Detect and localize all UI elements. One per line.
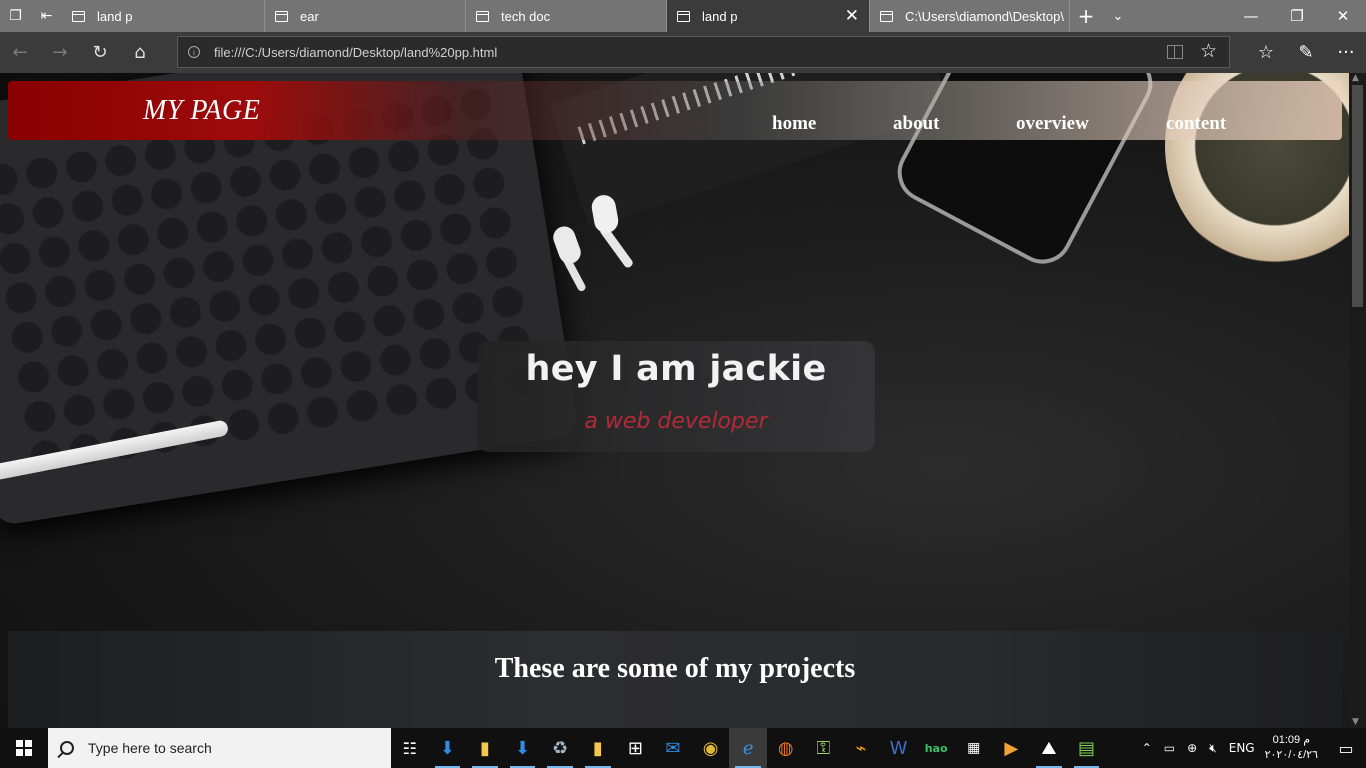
nav-link-content[interactable]: content [1166,113,1226,135]
action-center-icon[interactable]: ▭ [1326,728,1366,768]
browser-tab[interactable]: ear [265,0,466,32]
windows-taskbar: Type here to search ☷ ⬇ ▮ ⬇ ♻ ▮ ⊞ ✉ ◉ ℯ … [0,728,1366,768]
start-button[interactable] [0,728,48,768]
tab-list-chevron-icon[interactable]: ⌄ [1102,0,1134,32]
hao123-icon[interactable]: hao [917,728,955,768]
browser-tab[interactable]: tech doc [466,0,667,32]
restore-button[interactable]: ❐ [1274,0,1320,32]
projects-heading: These are some of my projects [494,653,856,684]
system-tray: ⌃ ▭ ⊕ 🔇︎ ENG 01:09 م ٢٠٢٠/٠٤/٢٦ ▭ [1136,728,1366,768]
task-view-icon[interactable]: ☷ [391,728,429,768]
nav-link-overview[interactable]: overview [1016,113,1089,135]
minimize-button[interactable]: — [1228,0,1274,32]
new-tab-button[interactable]: + [1070,0,1102,32]
scroll-up-arrow-icon[interactable]: ▲ [1352,73,1359,83]
forward-arrow-icon[interactable]: → [40,32,80,73]
web-note-pen-icon[interactable]: ✎ [1286,32,1326,73]
page-icon [476,10,489,22]
download-icon[interactable]: ⬇ [504,728,542,768]
hero-subtitle: a web developer [584,409,768,434]
browser-tab[interactable]: land p [62,0,265,32]
page-icon [677,10,690,22]
address-url[interactable]: file:///C:/Users/diamond/Desktop/land%20… [214,45,497,60]
browser-tab-bar: ❐ ⇤ land p ear tech doc land p ✕ C:\User… [0,0,1366,32]
search-placeholder: Type here to search [88,740,212,756]
browser-tab-active[interactable]: land p ✕ [667,0,870,32]
tab-preview-icon[interactable]: ❐ [0,0,31,32]
add-favorite-star-icon[interactable]: ☆ [1200,40,1217,62]
edge-icon[interactable]: ℯ [729,728,767,768]
nav-link-about[interactable]: about [893,113,939,135]
hero-title: hey I am jackie [525,349,827,389]
clock-date: ٢٠٢٠/٠٤/٢٦ [1264,749,1318,761]
tab-label: land p [702,8,738,24]
page-viewport: MY PAGE home about overview content hey … [0,73,1349,728]
search-icon [60,741,74,755]
battery-icon[interactable]: ▭ [1164,741,1175,755]
projects-section: These are some of my projects [8,631,1342,728]
usb-icon[interactable]: ⚿ [805,728,843,768]
mail-icon[interactable]: ✉ [654,728,692,768]
tab-label: C:\Users\diamond\Desktop\ [905,8,1064,24]
back-arrow-icon[interactable]: ← [0,32,40,73]
clock-time: 01:09 م [1272,734,1310,746]
keyboard-keys [0,83,544,481]
firefox-icon[interactable]: ◍ [767,728,805,768]
refresh-icon[interactable]: ↻ [80,32,120,73]
favorites-hub-icon[interactable]: ☆ [1246,32,1286,73]
set-aside-tabs-icon[interactable]: ⇤ [31,0,62,32]
file-explorer-icon[interactable]: ▮ [466,728,504,768]
tab-label: land p [97,8,133,24]
page-icon [275,10,288,22]
media-player-icon[interactable]: ▶ [993,728,1031,768]
recycle-bin-icon[interactable]: ♻ [541,728,579,768]
download-icon[interactable]: ⬇ [429,728,467,768]
nav-link-home[interactable]: home [772,113,816,135]
photos-icon[interactable]: ⛰ [1030,728,1068,768]
browser-toolbar: ← → ↻ ⌂ i file:///C:/Users/diamond/Deskt… [0,32,1366,73]
chrome-icon[interactable]: ◉ [692,728,730,768]
site-header: MY PAGE home about overview content [8,81,1342,140]
tab-label: ear [300,8,319,24]
word-icon[interactable]: W [880,728,918,768]
more-options-icon[interactable]: ··· [1326,32,1366,73]
vertical-scrollbar[interactable]: ▲ ▼ [1349,73,1366,728]
scrollbar-thumb[interactable] [1352,85,1363,307]
page-icon [880,10,893,22]
scroll-down-arrow-icon[interactable]: ▼ [1352,717,1359,727]
reading-view-icon[interactable] [1167,45,1183,59]
language-indicator[interactable]: ENG [1229,741,1255,755]
clock[interactable]: 01:09 م ٢٠٢٠/٠٤/٢٦ [1265,733,1318,763]
page-icon [72,10,85,22]
volume-muted-icon[interactable]: 🔇︎ [1209,741,1217,756]
show-hidden-icons-chevron-icon[interactable]: ⌃ [1142,741,1152,755]
calendar-icon[interactable]: ▦ [955,728,993,768]
network-globe-icon[interactable]: ⊕ [1187,741,1197,755]
browser-tab[interactable]: C:\Users\diamond\Desktop\ [870,0,1070,32]
close-window-button[interactable]: ✕ [1320,0,1366,32]
app-icon[interactable]: ⌁ [842,728,880,768]
site-info-icon[interactable]: i [188,46,200,58]
folder-icon[interactable]: ▮ [579,728,617,768]
home-icon[interactable]: ⌂ [120,32,160,73]
tab-label: tech doc [501,8,551,24]
address-bar[interactable]: i file:///C:/Users/diamond/Desktop/land%… [177,36,1230,68]
site-logo[interactable]: MY PAGE [143,95,260,127]
windows-logo-icon [16,740,32,756]
close-tab-icon[interactable]: ✕ [845,7,859,24]
task-manager-icon[interactable]: ▤ [1068,728,1106,768]
earbud-image [550,223,584,267]
taskbar-search-box[interactable]: Type here to search [48,728,391,768]
hero-card: hey I am jackie a web developer [477,341,875,452]
store-icon[interactable]: ⊞ [617,728,655,768]
